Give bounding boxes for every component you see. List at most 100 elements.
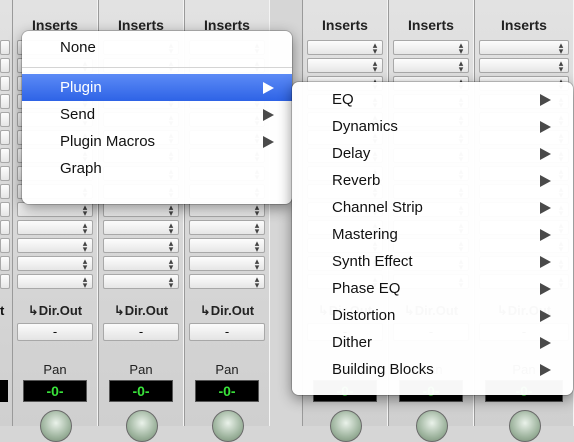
insert-slot[interactable] — [0, 202, 10, 217]
menu-item-plugin-macros[interactable]: Plugin Macros — [22, 128, 292, 155]
submenu-item-label: Reverb — [332, 172, 381, 189]
stepper-icon: ▴ ▾ — [82, 220, 88, 236]
submenu-item-label: Channel Strip — [332, 199, 423, 216]
stepper-icon: ▴ ▾ — [168, 238, 174, 254]
dir-out-label[interactable]: ↳Dir.Out — [13, 302, 97, 320]
menu-item-graph[interactable]: Graph — [22, 155, 292, 182]
menu-item-plugin[interactable]: Plugin — [22, 74, 292, 101]
dir-out-label[interactable]: ↳Dir.Out — [99, 302, 183, 320]
insert-slot[interactable]: ▴ ▾ — [393, 58, 469, 74]
insert-slot[interactable]: ▴ ▾ — [189, 238, 265, 254]
submenu-item-label: Distortion — [332, 307, 396, 324]
pan-knob[interactable] — [416, 410, 448, 442]
pan-value-display: -0- — [23, 380, 87, 402]
insert-slot[interactable]: ▴ ▾ — [189, 220, 265, 236]
dir-out-label-partial: t — [0, 303, 5, 318]
submenu-arrow-icon — [540, 229, 551, 241]
submenu-item-label: Dither — [332, 334, 373, 351]
insert-slot[interactable] — [0, 166, 10, 181]
submenu-arrow-icon — [540, 364, 551, 376]
output-select[interactable]: - — [17, 323, 93, 341]
insert-slot[interactable]: ▴ ▾ — [103, 202, 179, 218]
pan-label: Pan — [129, 362, 153, 377]
stepper-icon: ▴ ▾ — [458, 58, 464, 74]
insert-slot[interactable]: ▴ ▾ — [17, 202, 93, 218]
submenu-item-synth-effect[interactable]: Synth Effect — [292, 248, 573, 275]
submenu-item-channel-strip[interactable]: Channel Strip — [292, 194, 573, 221]
dir-out-label[interactable]: ↳Dir.Out — [185, 302, 269, 320]
submenu-item-label: Dynamics — [332, 118, 398, 135]
stepper-icon: ▴ ▾ — [254, 274, 260, 290]
submenu-item-mastering[interactable]: Mastering — [292, 221, 573, 248]
stepper-icon: ▴ ▾ — [254, 256, 260, 272]
insert-slot[interactable] — [0, 184, 10, 199]
submenu-item-label: Mastering — [332, 226, 398, 243]
insert-slot[interactable]: ▴ ▾ — [17, 220, 93, 236]
pan-value-display: -0- — [195, 380, 259, 402]
pan-label: Pan — [215, 362, 239, 377]
insert-slot[interactable] — [0, 274, 10, 289]
insert-slot[interactable]: ▴ ▾ — [479, 58, 569, 74]
insert-slot[interactable]: ▴ ▾ — [189, 274, 265, 290]
plugin-submenu: EQ Dynamics Delay Reverb Channel Strip M… — [292, 82, 573, 395]
insert-slot[interactable] — [0, 238, 10, 253]
stepper-icon: ▴ ▾ — [558, 58, 564, 74]
submenu-item-dither[interactable]: Dither — [292, 329, 573, 356]
submenu-item-building-blocks[interactable]: Building Blocks — [292, 356, 573, 383]
stepper-icon: ▴ ▾ — [82, 256, 88, 272]
insert-slot[interactable]: ▴ ▾ — [17, 256, 93, 272]
stepper-icon: ▴ ▾ — [254, 220, 260, 236]
insert-slot[interactable] — [0, 220, 10, 235]
insert-slot[interactable]: ▴ ▾ — [17, 238, 93, 254]
submenu-arrow-icon — [263, 136, 274, 148]
submenu-arrow-icon — [540, 256, 551, 268]
insert-slot[interactable] — [0, 40, 10, 55]
pan-knob[interactable] — [40, 410, 72, 442]
submenu-arrow-icon — [540, 175, 551, 187]
submenu-item-reverb[interactable]: Reverb — [292, 167, 573, 194]
insert-slot[interactable]: ▴ ▾ — [103, 220, 179, 236]
submenu-item-distortion[interactable]: Distortion — [292, 302, 573, 329]
pan-knob[interactable] — [330, 410, 362, 442]
pan-label: Pan — [43, 362, 67, 377]
insert-slot[interactable] — [0, 256, 10, 271]
submenu-item-label: EQ — [332, 91, 354, 108]
stepper-icon: ▴ ▾ — [372, 58, 378, 74]
submenu-item-label: Synth Effect — [332, 253, 413, 270]
output-select[interactable]: - — [103, 323, 179, 341]
insert-slot[interactable]: ▴ ▾ — [103, 274, 179, 290]
menu-item-send[interactable]: Send — [22, 101, 292, 128]
insert-slot[interactable] — [0, 76, 10, 91]
insert-slot[interactable] — [0, 130, 10, 145]
submenu-item-eq[interactable]: EQ — [292, 86, 573, 113]
insert-slot[interactable] — [0, 112, 10, 127]
menu-item-label: Plugin Macros — [60, 133, 156, 150]
submenu-item-phase-eq[interactable]: Phase EQ — [292, 275, 573, 302]
menu-item-none[interactable]: None — [22, 34, 292, 61]
insert-slot[interactable] — [0, 148, 10, 163]
insert-slot[interactable]: ▴ ▾ — [103, 238, 179, 254]
stepper-icon: ▴ ▾ — [254, 238, 260, 254]
pan-knob[interactable] — [509, 410, 541, 442]
submenu-arrow-icon — [263, 109, 274, 121]
submenu-item-delay[interactable]: Delay — [292, 140, 573, 167]
pan-knob[interactable] — [126, 410, 158, 442]
insert-slot[interactable]: ▴ ▾ — [17, 274, 93, 290]
insert-slot[interactable]: ▴ ▾ — [307, 40, 383, 56]
pan-knob[interactable] — [212, 410, 244, 442]
insert-slot[interactable]: ▴ ▾ — [103, 256, 179, 272]
insert-slot[interactable] — [0, 94, 10, 109]
insert-slot[interactable]: ▴ ▾ — [189, 256, 265, 272]
submenu-arrow-icon — [540, 337, 551, 349]
insert-slot[interactable]: ▴ ▾ — [479, 40, 569, 56]
submenu-item-dynamics[interactable]: Dynamics — [292, 113, 573, 140]
insert-slot[interactable] — [0, 58, 10, 73]
insert-slot[interactable]: ▴ ▾ — [307, 58, 383, 74]
submenu-arrow-icon — [540, 94, 551, 106]
submenu-arrow-icon — [540, 148, 551, 160]
insert-slot[interactable]: ▴ ▾ — [189, 202, 265, 218]
submenu-arrow-icon — [540, 202, 551, 214]
submenu-item-label: Delay — [332, 145, 371, 162]
insert-slot[interactable]: ▴ ▾ — [393, 40, 469, 56]
output-select[interactable]: - — [189, 323, 265, 341]
